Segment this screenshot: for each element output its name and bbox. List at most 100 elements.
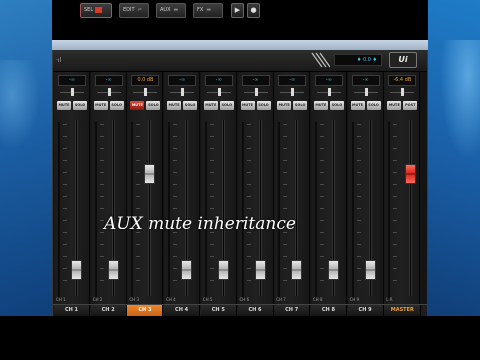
ch6-fader-cap[interactable] bbox=[254, 260, 266, 281]
ch1-pan-knob[interactable] bbox=[71, 88, 74, 96]
ch6-mute-button[interactable]: MUTE bbox=[240, 101, 255, 110]
fx-button[interactable]: FX ▬ bbox=[193, 3, 223, 18]
ch6-solo-button[interactable]: SOLO bbox=[256, 101, 271, 110]
ch8-gain-display[interactable]: -∞ bbox=[314, 75, 343, 86]
record-icon[interactable]: ● bbox=[247, 3, 260, 18]
ch6-scale-tick bbox=[246, 280, 251, 281]
ch9-fader-cap[interactable] bbox=[364, 260, 376, 281]
ch7-scale-tick bbox=[283, 244, 288, 245]
master-solo-button[interactable]: POST bbox=[403, 101, 418, 110]
tab-ch9[interactable]: CH 9 bbox=[347, 305, 384, 316]
ch3-mute-button[interactable]: MUTE bbox=[130, 101, 145, 110]
ch2-scale-tick bbox=[99, 244, 104, 245]
ch9-scale-tick bbox=[356, 256, 361, 257]
ch9-scale-tick bbox=[356, 136, 361, 137]
ch7-pan-knob[interactable] bbox=[291, 88, 295, 96]
ch7-scale-tick bbox=[283, 148, 288, 149]
desktop-glow-left bbox=[0, 60, 40, 150]
ch2-scale-tick bbox=[99, 124, 104, 125]
ch1-mute-button[interactable]: MUTE bbox=[57, 101, 71, 110]
ch2-scale-tick bbox=[99, 160, 104, 161]
aux-button[interactable]: AUX ▬ bbox=[156, 3, 186, 18]
window-frame-top bbox=[52, 40, 428, 50]
ch7-gain-display[interactable]: -∞ bbox=[278, 75, 307, 86]
ch8-scale-label: CH 8 bbox=[312, 297, 323, 302]
ch9-mute-button[interactable]: MUTE bbox=[350, 101, 365, 110]
ch5-gain-display[interactable]: -∞ bbox=[204, 75, 233, 86]
ch6-level-meter bbox=[241, 122, 244, 298]
ch2-mute-button[interactable]: MUTE bbox=[93, 101, 108, 110]
ch1-fader-cap[interactable] bbox=[71, 260, 82, 281]
ch9-pan-slider[interactable] bbox=[353, 88, 378, 96]
ch4-solo-button[interactable]: SOLO bbox=[183, 101, 198, 110]
ch5-mute-button[interactable]: MUTE bbox=[203, 101, 218, 110]
ch3-gain-display[interactable]: 0.0 dB bbox=[131, 75, 160, 86]
ch2-scale-tick bbox=[99, 136, 104, 137]
ch6-gain-display[interactable]: -∞ bbox=[241, 75, 270, 86]
ch3-scale-tick bbox=[136, 124, 141, 125]
sel-button-label: SEL bbox=[84, 7, 94, 13]
tab-ch1[interactable]: CH 1 bbox=[54, 305, 90, 316]
ch8-mute-button[interactable]: MUTE bbox=[313, 101, 328, 110]
ch2-scale-tick bbox=[99, 208, 104, 209]
ch9-gain-display[interactable]: -∞ bbox=[351, 75, 380, 86]
master-gain-display[interactable]: -6.4 dB bbox=[388, 75, 417, 86]
tab-ch2[interactable]: CH 2 bbox=[90, 305, 127, 316]
ch1-solo-button[interactable]: SOLO bbox=[73, 101, 87, 110]
ch8-pan-slider[interactable] bbox=[316, 88, 341, 96]
tab-master[interactable]: MASTER bbox=[384, 305, 422, 316]
ch5-fader-cap[interactable] bbox=[217, 260, 229, 281]
tab-ch8[interactable]: CH 8 bbox=[310, 305, 347, 316]
master-pan-slider[interactable] bbox=[390, 88, 415, 96]
ch3-fader-cap[interactable] bbox=[144, 163, 156, 184]
ch5-pan-slider[interactable] bbox=[206, 88, 231, 96]
master-mute-button[interactable]: MUTE bbox=[387, 101, 402, 110]
ch6-pan-knob[interactable] bbox=[254, 88, 258, 96]
ch8-fader-cap[interactable] bbox=[327, 260, 339, 281]
ch2-gain-display[interactable]: -∞ bbox=[94, 75, 123, 86]
ch2-solo-button[interactable]: SOLO bbox=[109, 101, 124, 110]
ch7-pan-slider[interactable] bbox=[280, 88, 305, 96]
ch8-pan-knob[interactable] bbox=[327, 88, 331, 96]
ch3-pan-slider[interactable] bbox=[133, 88, 158, 96]
ch4-mute-button[interactable]: MUTE bbox=[167, 101, 182, 110]
ch4-fader-cap[interactable] bbox=[181, 260, 193, 281]
ch3-solo-button[interactable]: SOLO bbox=[146, 101, 161, 110]
ch2-pan-knob[interactable] bbox=[107, 88, 111, 96]
ch2-pan-slider[interactable] bbox=[96, 88, 121, 96]
desktop-background-left bbox=[0, 0, 52, 316]
ch1-pan-slider[interactable] bbox=[60, 88, 84, 96]
ch1-scale-tick bbox=[63, 208, 67, 209]
ch1-gain-display[interactable]: -∞ bbox=[58, 75, 86, 86]
ch7-solo-button[interactable]: SOLO bbox=[293, 101, 308, 110]
tab-ch7[interactable]: CH 7 bbox=[274, 305, 311, 316]
ch4-level-meter bbox=[168, 122, 171, 298]
ch4-pan-knob[interactable] bbox=[181, 88, 185, 96]
sel-button[interactable]: SEL bbox=[80, 3, 112, 18]
ch7-fader-cap[interactable] bbox=[291, 260, 303, 281]
ch4-gain-display[interactable]: -∞ bbox=[168, 75, 197, 86]
ch8-solo-button[interactable]: SOLO bbox=[329, 101, 344, 110]
ch9-solo-button[interactable]: SOLO bbox=[366, 101, 381, 110]
tab-ch6[interactable]: CH 6 bbox=[237, 305, 274, 316]
tab-ch4[interactable]: CH 4 bbox=[164, 305, 201, 316]
ch4-pan-slider[interactable] bbox=[170, 88, 195, 96]
ch6-pan-slider[interactable] bbox=[243, 88, 268, 96]
ch2-fader-cap[interactable] bbox=[107, 260, 119, 281]
ch5-scale-tick bbox=[209, 196, 214, 197]
ch5-pan-knob[interactable] bbox=[217, 88, 221, 96]
ch9-scale-tick bbox=[356, 184, 361, 185]
play-icon[interactable]: ▶ bbox=[231, 3, 244, 18]
master-fader-cap[interactable] bbox=[405, 163, 417, 184]
tab-ch3[interactable]: CH 3 bbox=[127, 305, 164, 316]
ch7-mute-button[interactable]: MUTE bbox=[277, 101, 292, 110]
master-pan-knob[interactable] bbox=[401, 88, 405, 96]
tab-ch5[interactable]: CH 5 bbox=[200, 305, 237, 316]
ch1-scale-tick bbox=[63, 148, 67, 149]
ch3-pan-knob[interactable] bbox=[144, 88, 148, 96]
edit-button[interactable]: EDIT ⇌ bbox=[119, 3, 149, 18]
master-scale-tick bbox=[393, 280, 398, 281]
ch5-scale-tick bbox=[209, 148, 214, 149]
ch9-pan-knob[interactable] bbox=[364, 88, 368, 96]
ch5-solo-button[interactable]: SOLO bbox=[219, 101, 234, 110]
